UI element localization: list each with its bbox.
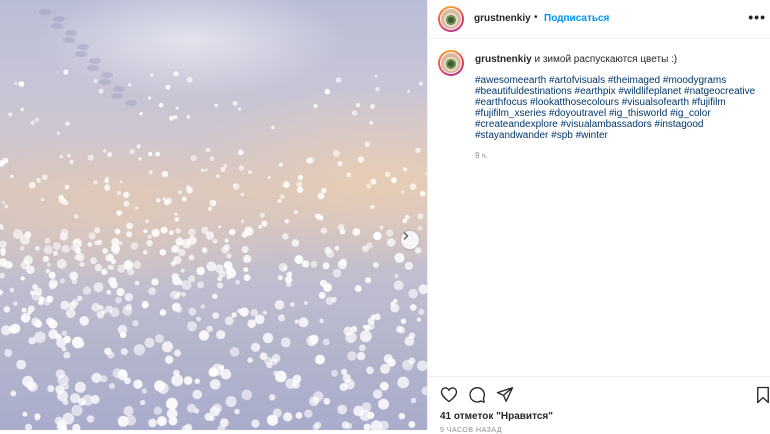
- hashtag-line[interactable]: #beautifuldestinations #earthpix #wildli…: [475, 86, 770, 97]
- caption-text: и зимой распускаются цветы :): [534, 54, 678, 65]
- caption-avatar[interactable]: [438, 50, 464, 76]
- action-bar: 41 отметок "Нравится" 9 ЧАСОВ НАЗАД: [428, 376, 770, 434]
- separator-dot: •: [534, 12, 538, 23]
- likes-count[interactable]: 41 отметок "Нравится": [440, 411, 553, 422]
- follow-button[interactable]: Подписаться: [544, 13, 609, 24]
- caption-username[interactable]: grustnenkiy: [475, 54, 532, 65]
- next-photo-button[interactable]: [401, 231, 419, 249]
- post-photo[interactable]: [0, 0, 427, 430]
- post-age: 9 ЧАСОВ НАЗАД: [440, 427, 502, 434]
- bookmark-icon[interactable]: [755, 386, 770, 404]
- post-header: grustnenkiy • Подписаться •••: [428, 0, 770, 39]
- chevron-right-icon: [403, 232, 409, 240]
- hashtag-line[interactable]: #awesomeearth #artofvisuals #theimaged #…: [475, 75, 770, 86]
- more-options-button[interactable]: •••: [748, 9, 766, 25]
- hashtag-line[interactable]: #fujifilm_xseries #doyoutravel #ig_thisw…: [475, 108, 770, 119]
- heart-icon[interactable]: [440, 386, 458, 403]
- post-sidebar: grustnenkiy • Подписаться ••• grustnenki…: [427, 0, 770, 434]
- hashtag-block: #awesomeearth #artofvisuals #theimaged #…: [475, 75, 770, 142]
- caption: grustnenkiy и зимой распускаются цветы :…: [475, 54, 677, 65]
- caption-timestamp[interactable]: 9 ч.: [475, 151, 488, 160]
- hashtag-line[interactable]: #createandexplore #visualambassadors #in…: [475, 119, 770, 130]
- header-username[interactable]: grustnenkiy: [474, 13, 531, 24]
- comment-icon[interactable]: [468, 386, 486, 404]
- hashtag-line[interactable]: #earthfocus #lookatthosecolours #visuals…: [475, 97, 770, 108]
- paper-plane-icon[interactable]: [496, 386, 514, 403]
- frost-pattern: [0, 9, 427, 430]
- avatar[interactable]: [438, 6, 464, 32]
- hashtag-line[interactable]: #stayandwander #spb #winter: [475, 130, 770, 141]
